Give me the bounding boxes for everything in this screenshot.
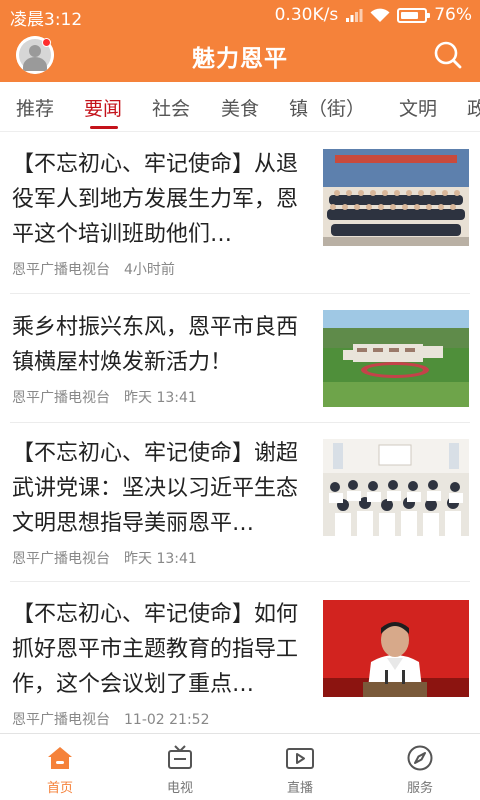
news-source: 恩平广播电视台 <box>12 712 110 728</box>
news-thumbnail <box>323 310 469 407</box>
home-icon <box>48 747 72 769</box>
news-meta: 恩平广播电视台 11-02 21:52 <box>12 709 209 729</box>
news-source: 恩平广播电视台 <box>12 262 110 278</box>
battery-percent: 76% <box>434 5 472 25</box>
signal-icon <box>345 8 363 22</box>
active-tab-indicator <box>90 126 118 129</box>
wifi-icon <box>370 8 390 23</box>
nav-services[interactable]: 服务 <box>380 744 460 796</box>
search-button[interactable] <box>432 39 464 71</box>
tab-civilization[interactable]: 文明 <box>399 94 437 121</box>
tv-icon <box>168 745 192 769</box>
nav-home[interactable]: 首页 <box>20 744 100 796</box>
news-feed[interactable]: 【不忘初心、牢记使命】从退役军人到地方发展生力军，恩平这个培训班助他们… 恩平广… <box>0 133 480 733</box>
tab-food[interactable]: 美食 <box>221 94 259 121</box>
tab-recommend[interactable]: 推荐 <box>16 94 54 121</box>
news-meta: 恩平广播电视台 昨天 13:41 <box>12 387 197 407</box>
news-item[interactable]: 【不忘初心、牢记使命】如何抓好恩平市主题教育的指导工作，这个会议划了重点… 恩平… <box>0 582 480 733</box>
news-thumbnail <box>323 600 469 697</box>
news-time: 4小时前 <box>124 262 175 278</box>
news-meta: 恩平广播电视台 4小时前 <box>12 259 175 279</box>
news-item[interactable]: 乘乡村振兴东风，恩平市良西镇横屋村焕发新活力！ 恩平广播电视台 昨天 13:41 <box>0 294 480 422</box>
bottom-nav: 首页 电视 直播 服务 <box>0 733 480 800</box>
tab-towns[interactable]: 镇（街） <box>289 94 365 121</box>
news-time: 昨天 13:41 <box>124 551 197 567</box>
news-item[interactable]: 【不忘初心、牢记使命】谢超武讲党课：坚决以习近平生态文明思想指导美丽恩平… 恩平… <box>0 423 480 581</box>
nav-tv[interactable]: 电视 <box>140 744 220 796</box>
compass-icon <box>407 745 433 771</box>
news-time: 11-02 21:52 <box>124 712 210 728</box>
battery-icon <box>397 7 431 23</box>
app-title: 魅力恩平 <box>192 46 288 72</box>
status-time: 凌晨3:12 <box>10 10 83 30</box>
network-speed: 0.30K/s <box>274 5 339 25</box>
news-title: 【不忘初心、牢记使命】谢超武讲党课：坚决以习近平生态文明思想指导美丽恩平… <box>12 441 299 536</box>
news-thumbnail <box>323 439 469 536</box>
search-icon <box>434 41 462 69</box>
status-indicators: 0.30K/s 76% <box>275 5 472 25</box>
status-bar: 凌晨3:12 0.30K/s 76% <box>0 0 480 30</box>
news-item[interactable]: 【不忘初心、牢记使命】从退役军人到地方发展生力军，恩平这个培训班助他们… 恩平广… <box>0 133 480 293</box>
news-title: 【不忘初心、牢记使命】如何抓好恩平市主题教育的指导工作，这个会议划了重点… <box>12 602 299 697</box>
nav-live[interactable]: 直播 <box>260 744 340 796</box>
news-source: 恩平广播电视台 <box>12 551 110 567</box>
news-title: 【不忘初心、牢记使命】从退役军人到地方发展生力军，恩平这个培训班助他们… <box>12 152 299 247</box>
news-time: 昨天 13:41 <box>124 390 197 406</box>
app-header: 魅力恩平 <box>0 30 480 82</box>
tab-society[interactable]: 社会 <box>152 94 190 121</box>
news-thumbnail <box>323 149 469 246</box>
news-source: 恩平广播电视台 <box>12 390 110 406</box>
tab-headlines[interactable]: 要闻 <box>84 94 122 121</box>
live-icon <box>286 748 314 769</box>
news-meta: 恩平广播电视台 昨天 13:41 <box>12 548 197 568</box>
tab-politics[interactable]: 政 <box>467 94 480 121</box>
category-tabs: 推荐 要闻 社会 美食 镇（街） 文明 政 <box>0 82 480 132</box>
news-title: 乘乡村振兴东风，恩平市良西镇横屋村焕发新活力！ <box>12 315 299 375</box>
